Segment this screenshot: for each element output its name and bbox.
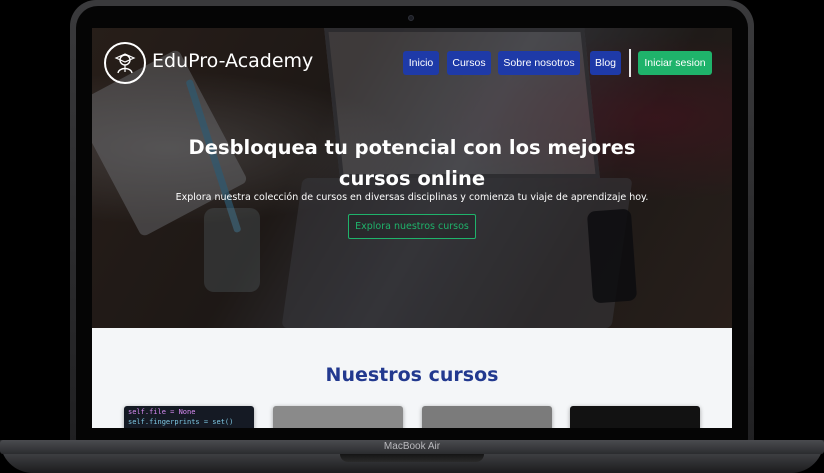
course-card[interactable] [422,406,552,428]
navbar: EduPro-Academy Inicio Cursos Sobre nosot… [92,28,732,98]
hero-title: Desbloquea tu potencial con los mejores … [188,136,636,190]
logo-text[interactable]: EduPro-Academy [152,50,313,72]
code-line: self.file = None [128,408,196,416]
device-label: MacBook Air [383,441,441,452]
course-card[interactable]: self.file = None self.fingerprints = set… [124,406,254,428]
nav-item-blog[interactable]: Blog [590,51,621,75]
laptop-notch [340,454,484,462]
courses-title: Nuestros cursos [325,364,499,386]
code-line: self.fingerprints = set() [128,418,234,426]
logo[interactable] [104,42,146,84]
hero-section: EduPro-Academy Inicio Cursos Sobre nosot… [92,28,732,328]
browser-viewport: EduPro-Academy Inicio Cursos Sobre nosot… [92,28,732,428]
nav-item-sobre-nosotros[interactable]: Sobre nosotros [498,51,580,75]
course-card[interactable] [570,406,700,428]
login-button[interactable]: Iniciar sesion [638,51,712,75]
hero-subtitle: Explora nuestra colección de cursos en d… [175,192,649,203]
graduate-icon [114,53,136,74]
nav-divider [629,49,631,77]
camera-icon [408,15,414,21]
courses-section: Nuestros cursos self.file = None self.fi… [92,328,732,428]
explore-courses-button[interactable]: Explora nuestros cursos [348,214,476,239]
nav-item-inicio[interactable]: Inicio [403,51,439,75]
course-card[interactable] [273,406,403,428]
nav-item-cursos[interactable]: Cursos [447,51,491,75]
